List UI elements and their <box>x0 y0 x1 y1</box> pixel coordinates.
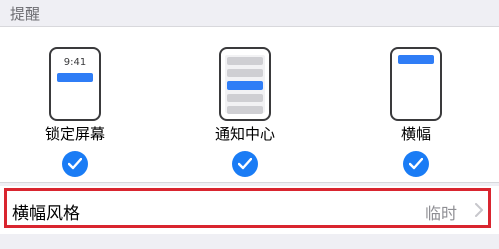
banner-style-value: 临时 <box>424 204 457 223</box>
lock-screen-phone-icon: 9:41 <box>49 47 101 121</box>
lock-screen-checkmark-icon[interactable] <box>62 151 88 177</box>
option-lock-screen-label: 锁定屏幕 <box>44 125 105 143</box>
notification-row <box>227 57 263 65</box>
banner-style-label: 横幅风格 <box>12 204 80 224</box>
banner-phone-icon <box>390 47 442 121</box>
banner-checkmark-icon[interactable] <box>403 151 429 177</box>
option-notification-center-label: 通知中心 <box>214 125 275 143</box>
section-header: 提醒 <box>0 0 499 26</box>
option-lock-screen[interactable]: 9:41 锁定屏幕 <box>15 27 135 182</box>
banner-style-row[interactable]: 横幅风格 临时 <box>0 186 499 234</box>
option-banner-label: 横幅 <box>400 125 431 143</box>
chevron-right-icon <box>475 202 483 221</box>
section-title: 提醒 <box>10 5 41 23</box>
lock-screen-time: 9:41 <box>63 57 87 68</box>
notification-center-phone-icon <box>219 47 271 121</box>
notification-row <box>227 69 263 77</box>
option-notification-center[interactable]: 通知中心 <box>185 27 305 182</box>
notification-row <box>227 94 263 102</box>
notification-center-checkmark-icon[interactable] <box>232 151 258 177</box>
lock-screen-notification-bar <box>57 73 93 82</box>
banner-notification-bar <box>398 55 434 64</box>
notification-center-highlight-bar <box>227 81 263 90</box>
alert-styles-panel: 9:41 锁定屏幕 通知中心 横幅 <box>0 26 499 183</box>
option-banner[interactable]: 横幅 <box>356 27 476 182</box>
notification-row <box>227 106 263 114</box>
